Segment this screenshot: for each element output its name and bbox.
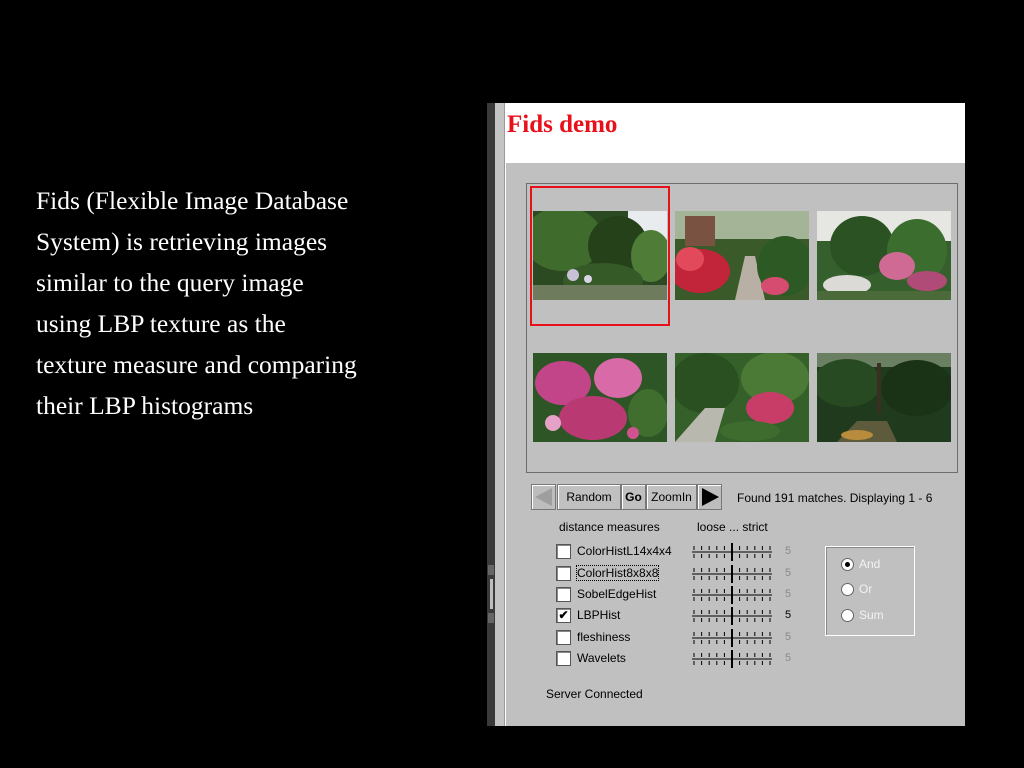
window-left-edge [487,103,505,726]
caption-line: texture measure and comparing [36,350,357,379]
measure-row: ColorHistL14x4x4 5 [556,543,816,561]
combine-mode-group: And Or Sum [825,546,915,636]
splitter-arrow-icon[interactable] [488,565,494,575]
measure-name: LBPHist [577,608,621,622]
caption-line: using LBP texture as the [36,309,286,338]
garden-trees-path-image [533,211,667,300]
measure-name: ColorHistL14x4x4 [577,544,672,558]
page-title: Fids demo [507,111,618,138]
measure-checkbox[interactable]: ✔ [556,608,571,623]
garden-path-flowers-image [675,353,809,442]
splitter-grip[interactable] [490,579,493,609]
measure-name: fleshiness [577,630,631,644]
splitter-arrow-icon[interactable] [488,613,494,623]
random-button[interactable]: Random [557,484,621,510]
result-image[interactable] [533,353,667,442]
result-image[interactable] [817,353,951,442]
radio-label: And [859,557,881,571]
distance-measures-label: distance measures [559,520,660,534]
strictness-slider[interactable] [690,565,774,583]
strictness-slider[interactable] [690,543,774,561]
caption-line: Fids (Flexible Image Database [36,186,349,215]
applet-panel: Random Go ZoomIn Found 191 matches. Disp… [506,163,965,726]
radio-label: Or [859,582,873,596]
zoom-in-button[interactable]: ZoomIn [646,484,697,510]
measure-row: ✔ LBPHist 5 [556,607,816,625]
match-status: Found 191 matches. Displaying 1 - 6 [737,491,933,505]
strictness-slider[interactable] [690,629,774,647]
red-rhododendrons-walkway-image [675,211,809,300]
measure-checkbox[interactable] [556,587,571,602]
measure-name: Wavelets [577,651,626,665]
caption-line: their LBP histograms [36,391,254,420]
radio-dot [841,583,854,596]
slide-caption: Fids (Flexible Image Database System) is… [36,180,476,426]
radio-dot [841,558,854,571]
result-image[interactable] [533,211,667,300]
radio-or[interactable]: Or [841,582,911,598]
radio-label: Sum [859,608,884,622]
measure-row: ColorHist8x8x8 5 [556,565,816,583]
result-image[interactable] [675,353,809,442]
previous-page-button[interactable] [531,484,556,510]
flowering-garden-trees-image [817,211,951,300]
measure-checkbox[interactable] [556,544,571,559]
radio-sum[interactable]: Sum [841,608,911,624]
result-image[interactable] [817,211,951,300]
strictness-slider[interactable] [690,607,774,625]
loose-strict-label: loose ... strict [697,520,768,534]
measure-row: Wavelets 5 [556,650,816,668]
dark-forest-path-image [817,353,951,442]
next-page-button[interactable] [697,484,722,510]
strictness-value: 5 [785,631,792,643]
measure-row: fleshiness 5 [556,629,816,647]
radio-dot [841,609,854,622]
server-status: Server Connected [546,687,643,701]
strictness-value: 5 [785,609,792,621]
strictness-value: 5 [785,545,792,557]
measure-row: SobelEdgeHist 5 [556,586,816,604]
measure-checkbox[interactable] [556,651,571,666]
measure-checkbox[interactable] [556,630,571,645]
left-arrow-icon [535,488,552,506]
go-button[interactable]: Go [621,484,646,510]
measure-name: ColorHist8x8x8 [575,565,660,581]
strictness-slider[interactable] [690,586,774,604]
strictness-value: 5 [785,567,792,579]
strictness-value: 5 [785,588,792,600]
caption-line: System) is retrieving images [36,227,328,256]
measure-name: SobelEdgeHist [577,587,657,601]
fids-demo-window: Fids demo Random Go ZoomIn Found 191 mat… [487,103,965,726]
strictness-slider[interactable] [690,650,774,668]
result-image[interactable] [675,211,809,300]
caption-line: similar to the query image [36,268,304,297]
right-arrow-icon [702,488,719,506]
measure-checkbox[interactable] [556,566,571,581]
window-edge [487,103,495,726]
results-grid [526,183,958,473]
radio-and[interactable]: And [841,557,911,573]
strictness-value: 5 [785,652,792,664]
pink-flower-bushes-image [533,353,667,442]
